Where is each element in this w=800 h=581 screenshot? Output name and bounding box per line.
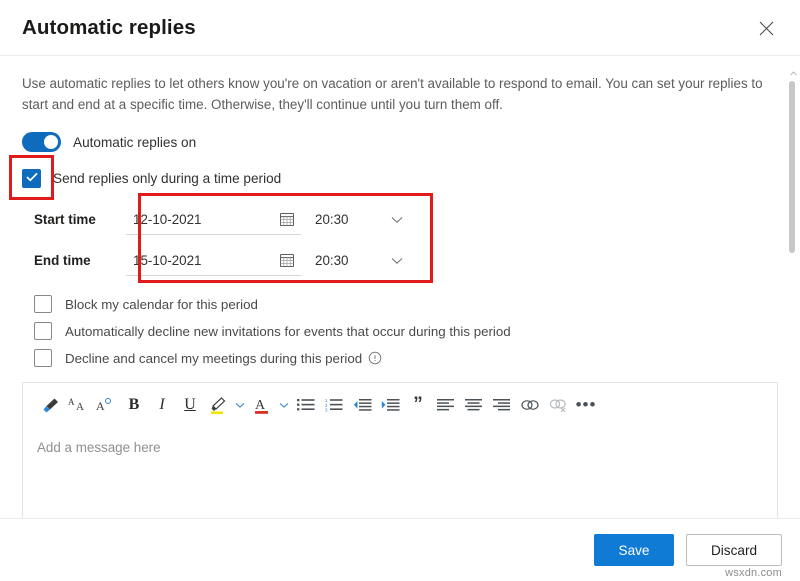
options-list: Block my calendar for this period Automa… [34, 292, 778, 370]
option-block-calendar-label: Block my calendar for this period [65, 297, 258, 312]
scrollbar-thumb[interactable] [789, 81, 795, 253]
message-placeholder: Add a message here [37, 440, 161, 455]
highlight-icon[interactable] [205, 390, 231, 420]
dialog-footer: Save Discard wsxdn.com [0, 518, 800, 581]
automatic-replies-dialog: Automatic replies Use automatic replies … [0, 0, 800, 581]
svg-text:3: 3 [325, 408, 328, 412]
dialog-header: Automatic replies [0, 0, 800, 56]
more-options-icon[interactable]: ••• [573, 390, 599, 420]
checkmark-icon [26, 169, 38, 187]
align-center-icon[interactable] [461, 390, 487, 420]
vertical-scrollbar[interactable] [789, 69, 797, 269]
highlight-chevron-icon[interactable] [233, 390, 247, 420]
toggle-knob [44, 135, 58, 149]
discard-button[interactable]: Discard [686, 534, 782, 566]
insert-link-icon[interactable] [517, 390, 543, 420]
svg-text:A: A [76, 401, 84, 413]
font-color-chevron-icon[interactable] [277, 390, 291, 420]
save-button[interactable]: Save [594, 534, 674, 566]
watermark: wsxdn.com [725, 567, 782, 579]
font-color-icon[interactable]: A [249, 390, 275, 420]
option-block-calendar-checkbox[interactable] [34, 295, 52, 313]
increase-indent-icon[interactable] [377, 390, 403, 420]
end-date-input[interactable]: 15-10-2021 [126, 246, 301, 276]
bold-icon[interactable]: B [121, 390, 147, 420]
start-time-value: 20:30 [311, 212, 349, 227]
info-icon[interactable] [368, 351, 382, 365]
underline-icon[interactable]: U [177, 390, 203, 420]
formatting-toolbar: A A A B I U [23, 383, 777, 427]
start-time-label: Start time [34, 212, 112, 227]
option-decline-cancel-meetings-label: Decline and cancel my meetings during th… [65, 351, 362, 366]
chevron-down-icon [391, 211, 409, 229]
start-date-input[interactable]: 12-10-2021 [126, 205, 301, 235]
description-text: Use automatic replies to let others know… [22, 73, 764, 115]
numbered-list-icon[interactable]: 1 2 3 [321, 390, 347, 420]
chevron-down-icon [391, 252, 409, 270]
quote-icon[interactable]: ” [405, 390, 431, 420]
close-button[interactable] [746, 8, 786, 48]
option-decline-cancel-meetings-checkbox[interactable] [34, 349, 52, 367]
start-date-value: 12-10-2021 [126, 212, 202, 227]
page-title: Automatic replies [22, 16, 196, 40]
automatic-replies-toggle[interactable] [22, 132, 61, 152]
close-icon [759, 21, 774, 36]
increase-font-size-icon[interactable]: A A [65, 390, 91, 420]
time-period-checkbox-label: Send replies only during a time period [53, 171, 281, 186]
automatic-replies-toggle-row: Automatic replies on [22, 131, 778, 153]
message-editor: A A A B I U [22, 382, 778, 518]
format-painter-icon[interactable] [37, 390, 63, 420]
end-time-select[interactable]: 20:30 [311, 246, 409, 276]
time-period-checkbox[interactable] [22, 169, 41, 188]
option-auto-decline-invitations-label: Automatically decline new invitations fo… [65, 324, 511, 339]
automatic-replies-toggle-label: Automatic replies on [73, 135, 196, 150]
option-auto-decline-invitations-checkbox[interactable] [34, 322, 52, 340]
calendar-icon[interactable] [279, 211, 295, 232]
end-date-value: 15-10-2021 [126, 253, 202, 268]
end-time-label: End time [34, 253, 112, 268]
remove-link-icon[interactable] [545, 390, 571, 420]
bulleted-list-icon[interactable] [293, 390, 319, 420]
start-time-select[interactable]: 20:30 [311, 205, 409, 235]
option-decline-cancel-meetings-row: Decline and cancel my meetings during th… [34, 346, 778, 370]
decrease-font-size-icon[interactable]: A [93, 390, 119, 420]
scroll-up-arrow-icon[interactable] [789, 69, 797, 77]
align-right-icon[interactable] [489, 390, 515, 420]
start-time-row: Start time 12-10-2021 [34, 199, 434, 240]
time-period-checkbox-row: Send replies only during a time period [22, 167, 778, 189]
option-block-calendar-row: Block my calendar for this period [34, 292, 778, 316]
end-time-row: End time 15-10-2021 [34, 240, 434, 281]
dialog-body: Use automatic replies to let others know… [0, 56, 800, 518]
svg-text:A: A [96, 399, 105, 413]
message-input[interactable]: Add a message here [23, 427, 777, 518]
italic-icon[interactable]: I [149, 390, 175, 420]
end-time-value: 20:30 [311, 253, 349, 268]
option-auto-decline-invitations-row: Automatically decline new invitations fo… [34, 319, 778, 343]
time-period-fields: Start time 12-10-2021 [34, 199, 434, 281]
svg-text:A: A [68, 397, 75, 407]
calendar-icon[interactable] [279, 252, 295, 273]
decrease-indent-icon[interactable] [349, 390, 375, 420]
svg-text:A: A [255, 398, 266, 413]
align-left-icon[interactable] [433, 390, 459, 420]
